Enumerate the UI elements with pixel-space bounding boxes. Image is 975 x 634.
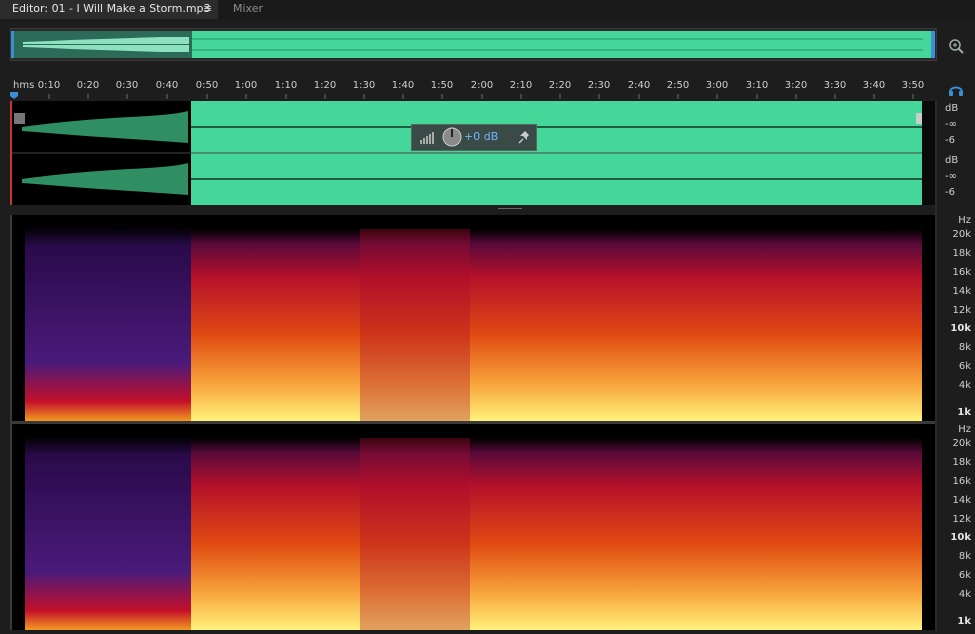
hz-label: 1k (957, 407, 971, 418)
ruler-label: 3:20 (784, 80, 808, 91)
tab-mixer[interactable]: Mixer (220, 0, 288, 19)
frequency-scale-ch2: Hz 20k 18k 16k 14k 12k 10k 8k 6k 4k 1k (937, 424, 975, 630)
hz-label: 14k (952, 286, 971, 297)
ruler-label: 0:50 (195, 80, 219, 91)
ruler-unit: hms (13, 80, 35, 91)
db-minus6-ch2: -6 (945, 187, 955, 198)
ruler-label: 2:10 (509, 80, 533, 91)
overview-strip[interactable] (10, 28, 937, 61)
ruler-label: 1:30 (352, 80, 376, 91)
waveform-db-scale: dB -∞ -6 dB -∞ -6 (937, 101, 975, 205)
ruler-label: 1:40 (391, 80, 415, 91)
hz-label: 1k (957, 616, 971, 627)
ruler-label: 2:00 (470, 80, 494, 91)
ruler-label: 3:50 (901, 80, 925, 91)
hz-label: 4k (958, 589, 971, 600)
magnifier-zoom-icon[interactable] (946, 36, 966, 56)
scale-divider (935, 101, 937, 631)
waveform-view[interactable] (10, 101, 935, 205)
ruler-label: 1:20 (313, 80, 337, 91)
hz-label: 16k (952, 267, 971, 278)
overview-waveform (11, 31, 935, 58)
headphones-icon[interactable] (948, 82, 964, 96)
db-unit-ch1: dB (945, 103, 959, 114)
level-bars-icon (420, 132, 434, 144)
ruler-label: 3:10 (745, 80, 769, 91)
hz-label: 20k (952, 438, 971, 449)
time-ruler[interactable]: hms 0:10 0:20 0:30 0:40 0:50 1:00 1:10 1… (10, 78, 935, 99)
tab-editor-label: Editor: 01 - I Will Make a Storm.mp3 (12, 2, 211, 15)
hz-label: 8k (958, 342, 971, 353)
hz-label: 20k (952, 229, 971, 240)
hz-unit: Hz (958, 424, 971, 435)
panel-divider-grip[interactable] (498, 207, 522, 210)
hz-label: 12k (952, 305, 971, 316)
ruler-label: 2:20 (548, 80, 572, 91)
gain-knob-icon[interactable] (442, 127, 462, 147)
pin-icon[interactable] (518, 130, 532, 144)
tab-menu-icon[interactable]: ≡ (203, 0, 212, 17)
hz-label: 4k (958, 380, 971, 391)
db-unit-ch2: dB (945, 155, 959, 166)
gain-value[interactable]: +0 dB (464, 130, 498, 143)
spectral-view-ch2[interactable] (10, 424, 935, 630)
gain-hud[interactable]: +0 dB (411, 124, 537, 151)
ruler-label: 0:10 (37, 80, 61, 91)
ruler-label: 1:10 (274, 80, 298, 91)
hz-label: 6k (958, 361, 971, 372)
ruler-label: 3:30 (823, 80, 847, 91)
hz-label: 16k (952, 476, 971, 487)
hz-label: 10k (950, 532, 971, 543)
ruler-ticks (10, 92, 914, 99)
hz-unit: Hz (958, 215, 971, 226)
tab-mixer-label: Mixer (233, 2, 264, 15)
waveform-graphic (10, 101, 935, 205)
ruler-label: 1:50 (430, 80, 454, 91)
spectrogram-ch1 (10, 215, 935, 421)
hz-label: 18k (952, 457, 971, 468)
ruler-label: 0:40 (155, 80, 179, 91)
ruler-label: 3:40 (862, 80, 886, 91)
ruler-label: 2:50 (666, 80, 690, 91)
hz-label: 12k (952, 514, 971, 525)
ruler-label: 3:00 (705, 80, 729, 91)
db-minus6-ch1: -6 (945, 135, 955, 146)
hz-label: 8k (958, 551, 971, 562)
hz-label: 18k (952, 248, 971, 259)
ruler-label: 2:40 (627, 80, 651, 91)
spectrogram-ch2 (10, 424, 935, 630)
tab-editor[interactable]: Editor: 01 - I Will Make a Storm.mp3 ≡ (0, 0, 218, 19)
ruler-label: 2:30 (587, 80, 611, 91)
spectral-view-ch1[interactable] (10, 215, 935, 421)
ruler-label: 0:20 (76, 80, 100, 91)
db-inf-ch1: -∞ (945, 119, 957, 130)
hz-label: 14k (952, 495, 971, 506)
tab-bar: Editor: 01 - I Will Make a Storm.mp3 ≡ M… (0, 0, 975, 19)
hz-label: 10k (950, 323, 971, 334)
ruler-label: 1:00 (234, 80, 258, 91)
hz-label: 6k (958, 570, 971, 581)
db-inf-ch2: -∞ (945, 171, 957, 182)
ruler-label: 0:30 (115, 80, 139, 91)
frequency-scale-ch1: Hz 20k 18k 16k 14k 12k 10k 8k 6k 4k 1k (937, 215, 975, 421)
